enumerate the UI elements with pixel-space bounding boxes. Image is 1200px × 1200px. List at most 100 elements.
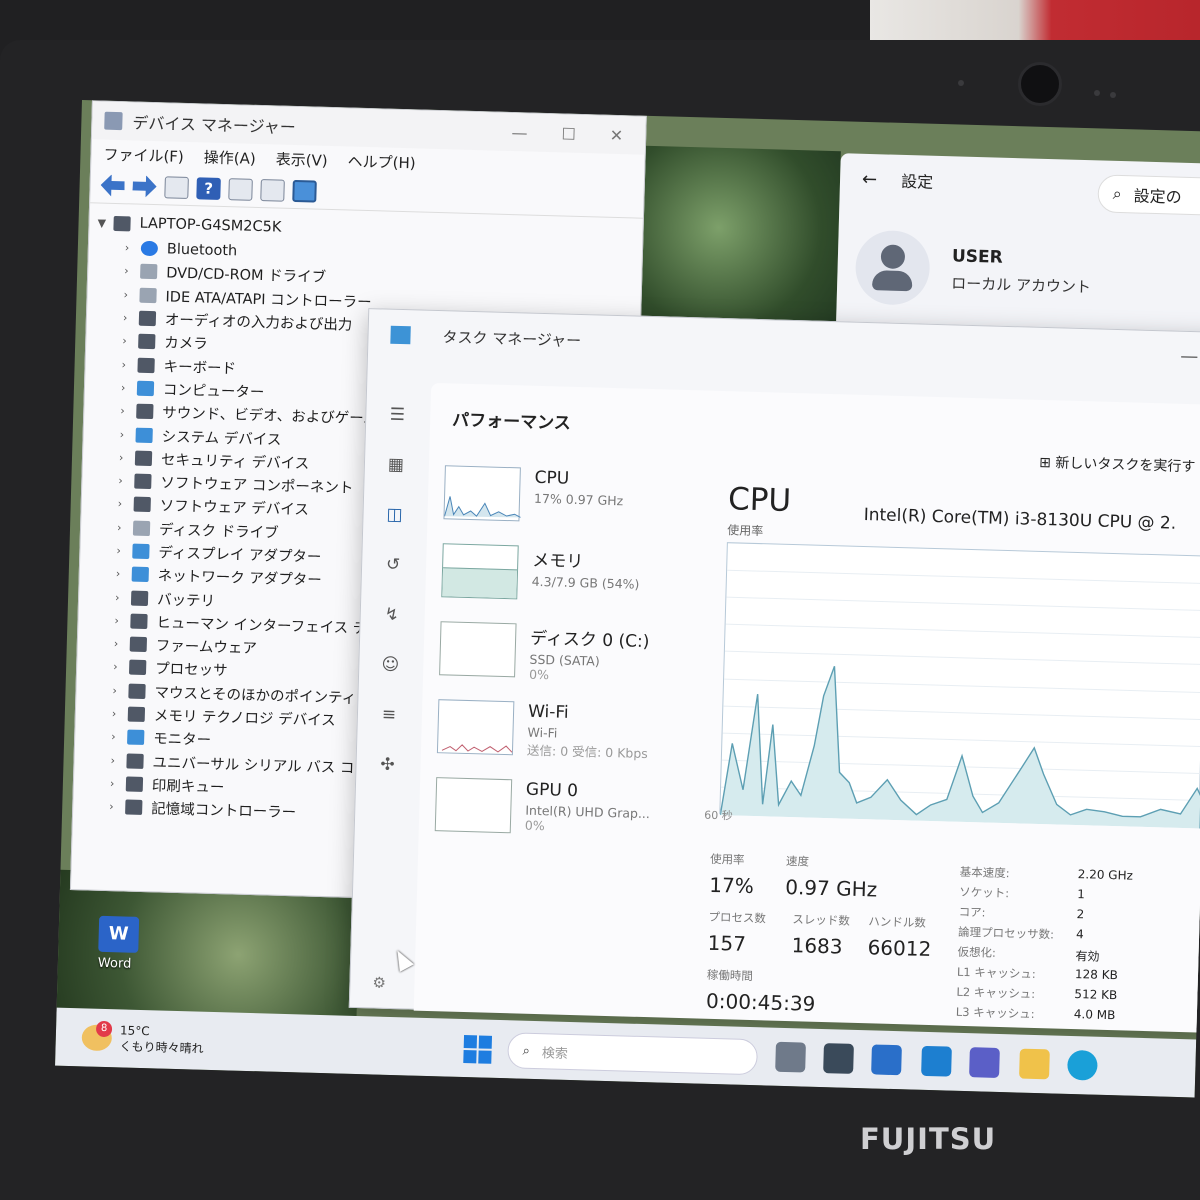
- hamburger-icon[interactable]: ☰: [382, 390, 413, 441]
- users-icon[interactable]: ☺: [375, 639, 406, 690]
- tile-wifi[interactable]: Wi-Fi Wi-Fi 送信: 0 受信: 0 Kbps: [436, 699, 688, 784]
- app-history-icon[interactable]: ↺: [377, 539, 408, 590]
- processes-icon[interactable]: ▦: [380, 439, 411, 490]
- chevron-right-icon[interactable]: ›: [109, 800, 125, 813]
- run-new-task-button[interactable]: ⊞ 新しいタスクを実行す: [1039, 452, 1196, 476]
- chevron-right-icon[interactable]: ›: [116, 567, 132, 580]
- laptop-bezel: デバイス マネージャー — ☐ ✕ ファイル(F) 操作(A) 表示(V) ヘル…: [0, 0, 1200, 1200]
- account-type: ローカル アカウント: [950, 273, 1092, 296]
- chevron-right-icon[interactable]: ›: [119, 451, 135, 464]
- forward-arrow-icon[interactable]: [132, 175, 157, 198]
- tile-memory[interactable]: メモリ 4.3/7.9 GB (54%): [441, 543, 693, 628]
- menu-view[interactable]: 表示(V): [275, 148, 328, 170]
- chevron-right-icon[interactable]: ›: [118, 474, 134, 487]
- close-button[interactable]: ✕: [610, 125, 624, 144]
- back-arrow-icon[interactable]: [100, 174, 125, 197]
- chevron-right-icon[interactable]: ›: [120, 428, 136, 441]
- tile-disk[interactable]: ディスク 0 (C:) SSD (SATA) 0%: [438, 621, 690, 706]
- back-arrow-icon[interactable]: ←: [862, 168, 878, 189]
- file-explorer-icon[interactable]: [1019, 1048, 1050, 1080]
- tile-cpu[interactable]: CPU 17% 0.97 GHz: [443, 465, 695, 550]
- cpu-usage-graph: 60 秒: [704, 542, 1200, 829]
- store-icon[interactable]: [823, 1043, 854, 1074]
- tile-sub: 4.3/7.9 GB (54%): [531, 573, 640, 592]
- chevron-right-icon[interactable]: ›: [122, 335, 138, 348]
- device-icon: [130, 613, 148, 629]
- chevron-right-icon[interactable]: ›: [110, 754, 126, 767]
- weather-icon: 8: [81, 1020, 113, 1052]
- spec-value: 1: [1077, 887, 1086, 902]
- search-icon: ⌕: [1112, 183, 1123, 204]
- task-view-icon[interactable]: [775, 1041, 806, 1073]
- minimize-button[interactable]: —: [1180, 346, 1199, 367]
- chevron-right-icon[interactable]: ›: [115, 591, 131, 604]
- weather-widget[interactable]: 8 15°C くもり時々晴れ: [81, 1020, 204, 1056]
- chevron-right-icon[interactable]: ›: [113, 661, 129, 674]
- device-icon: [125, 776, 144, 792]
- device-category-label: システム デバイス: [161, 428, 282, 449]
- stat-value: 66012: [867, 935, 932, 962]
- spec-key: 論理プロセッサ数:: [957, 924, 1055, 942]
- chevron-right-icon[interactable]: ›: [120, 404, 136, 417]
- properties-icon[interactable]: [164, 175, 189, 199]
- word-desktop-icon[interactable]: W Word: [98, 915, 152, 972]
- edge-icon[interactable]: [1067, 1049, 1098, 1081]
- chevron-right-icon[interactable]: ›: [123, 311, 139, 324]
- task-manager-icon: [390, 325, 411, 345]
- nav-sidebar: ☰ ▦ ◫ ↺ ↯ ☺ ≡ ✣: [372, 390, 413, 791]
- chevron-right-icon[interactable]: ›: [121, 358, 137, 371]
- gear-icon[interactable]: ⚙: [372, 973, 386, 991]
- disk-thumbnail: [439, 621, 517, 678]
- device-icon: [136, 403, 154, 420]
- device-icon: [133, 497, 151, 513]
- device-icon: [136, 380, 155, 397]
- chevron-right-icon[interactable]: ›: [121, 381, 137, 394]
- startup-apps-icon[interactable]: ↯: [376, 589, 407, 640]
- mail-icon[interactable]: [871, 1044, 902, 1076]
- search-placeholder: 設定の: [1133, 186, 1182, 207]
- taskbar-search[interactable]: ⌕ 検索: [507, 1032, 759, 1076]
- menu-file[interactable]: ファイル(F): [103, 143, 184, 166]
- services-icon[interactable]: ✣: [372, 739, 403, 790]
- chevron-right-icon[interactable]: ›: [118, 498, 134, 511]
- spec-key: L2 キャッシュ:: [956, 984, 1036, 1001]
- chevron-down-icon[interactable]: ▼: [97, 216, 113, 229]
- chevron-right-icon[interactable]: ›: [114, 614, 130, 627]
- menu-help[interactable]: ヘルプ(H): [347, 150, 416, 173]
- tile-gpu[interactable]: GPU 0 Intel(R) UHD Grap... 0%: [434, 777, 686, 862]
- tile-name: Wi-Fi: [527, 701, 569, 723]
- gpu-thumbnail: [434, 777, 513, 834]
- chevron-right-icon[interactable]: ›: [117, 521, 133, 534]
- update-driver-icon[interactable]: [260, 178, 285, 202]
- chevron-right-icon[interactable]: ›: [114, 637, 130, 650]
- chevron-right-icon[interactable]: ›: [125, 241, 141, 254]
- view-icon[interactable]: [228, 177, 253, 201]
- chevron-right-icon[interactable]: ›: [116, 544, 132, 557]
- photos-icon[interactable]: [921, 1045, 952, 1077]
- chevron-right-icon[interactable]: ›: [124, 265, 140, 278]
- performance-icon[interactable]: ◫: [379, 489, 410, 540]
- device-icon: [127, 729, 145, 746]
- chevron-right-icon[interactable]: ›: [111, 730, 127, 743]
- spec-key: 仮想化:: [957, 944, 997, 960]
- cpu-detail: CPU Intel(R) Core(TM) i3-8130U CPU @ 2. …: [704, 481, 1200, 1022]
- stat-label: スレッド数: [792, 912, 851, 928]
- stat-value: 0:00:45:39: [705, 988, 816, 1016]
- spec-value: 512 KB: [1074, 987, 1118, 1003]
- chevron-right-icon[interactable]: ›: [112, 707, 128, 720]
- maximize-button[interactable]: ☐: [561, 124, 576, 143]
- help-icon[interactable]: ?: [196, 176, 221, 200]
- chevron-right-icon[interactable]: ›: [123, 288, 139, 301]
- user-card[interactable]: USER ローカル アカウント: [854, 229, 1093, 311]
- settings-search[interactable]: ⌕ 設定の: [1097, 174, 1200, 217]
- chevron-right-icon[interactable]: ›: [112, 684, 128, 697]
- minimize-button[interactable]: —: [511, 123, 528, 142]
- teams-icon[interactable]: [969, 1047, 1000, 1078]
- start-button[interactable]: [463, 1035, 493, 1064]
- stat-label: 使用率: [709, 851, 745, 867]
- chevron-right-icon[interactable]: ›: [110, 777, 126, 790]
- menu-action[interactable]: 操作(A): [204, 146, 257, 168]
- spec-key: L1 キャッシュ:: [956, 964, 1036, 981]
- scan-hardware-icon[interactable]: [292, 179, 317, 203]
- details-icon[interactable]: ≡: [373, 689, 404, 740]
